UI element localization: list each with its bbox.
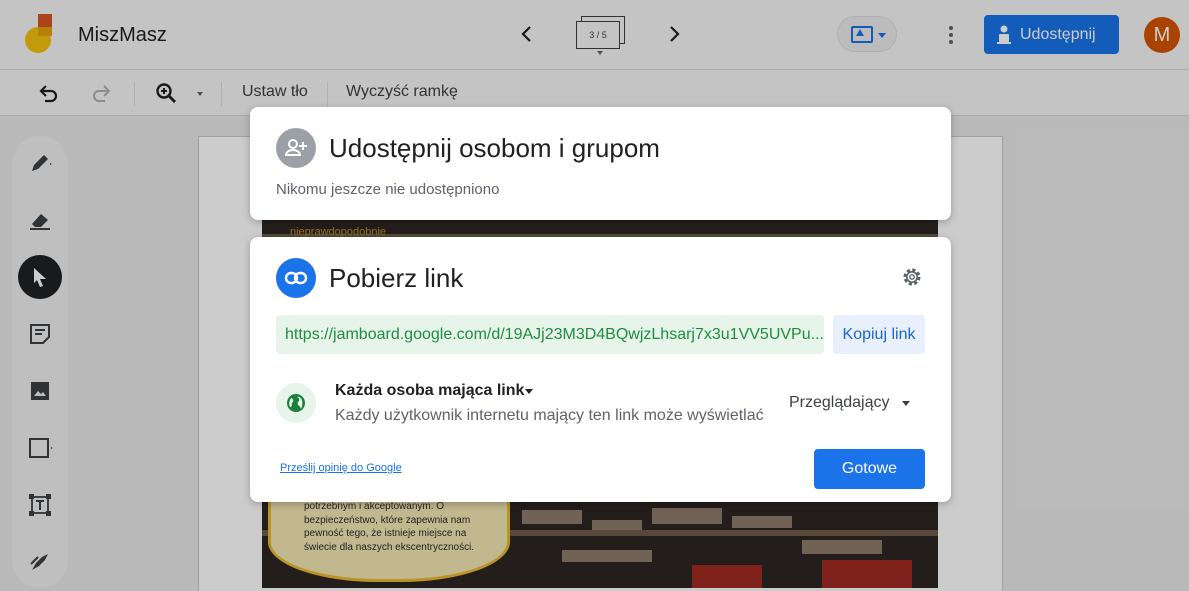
get-link-title: Pobierz link [329, 263, 464, 293]
access-description: Każdy użytkownik internetu mający ten li… [335, 407, 764, 424]
send-feedback-link[interactable]: Prześlij opinię do Google [280, 462, 402, 474]
link-glyph-icon [284, 271, 308, 285]
gear-icon[interactable] [900, 265, 924, 289]
globe-icon [276, 383, 316, 423]
access-level-dropdown[interactable]: Każda osoba mająca link [335, 382, 524, 400]
share-people-dialog: Udostępnij osobom i grupom Nikomu jeszcz… [250, 107, 951, 220]
role-dropdown[interactable]: Przeglądający [789, 394, 890, 412]
link-icon [276, 258, 316, 298]
caret-down-icon[interactable] [525, 389, 533, 394]
globe-glyph-icon [287, 394, 305, 412]
share-people-title: Udostępnij osobom i grupom [329, 133, 660, 163]
add-person-icon [276, 128, 316, 168]
share-people-subtitle: Nikomu jeszcze nie udostępniono [276, 181, 500, 198]
share-link-field[interactable]: https://jamboard.google.com/d/19AJj23M3D… [276, 315, 824, 354]
done-button[interactable]: Gotowe [814, 449, 925, 489]
add-person-glyph-icon [284, 139, 307, 156]
caret-down-icon[interactable] [902, 401, 910, 406]
get-link-dialog: Pobierz link https://jamboard.google.com… [250, 237, 951, 502]
copy-link-button[interactable]: Kopiuj link [833, 315, 925, 354]
